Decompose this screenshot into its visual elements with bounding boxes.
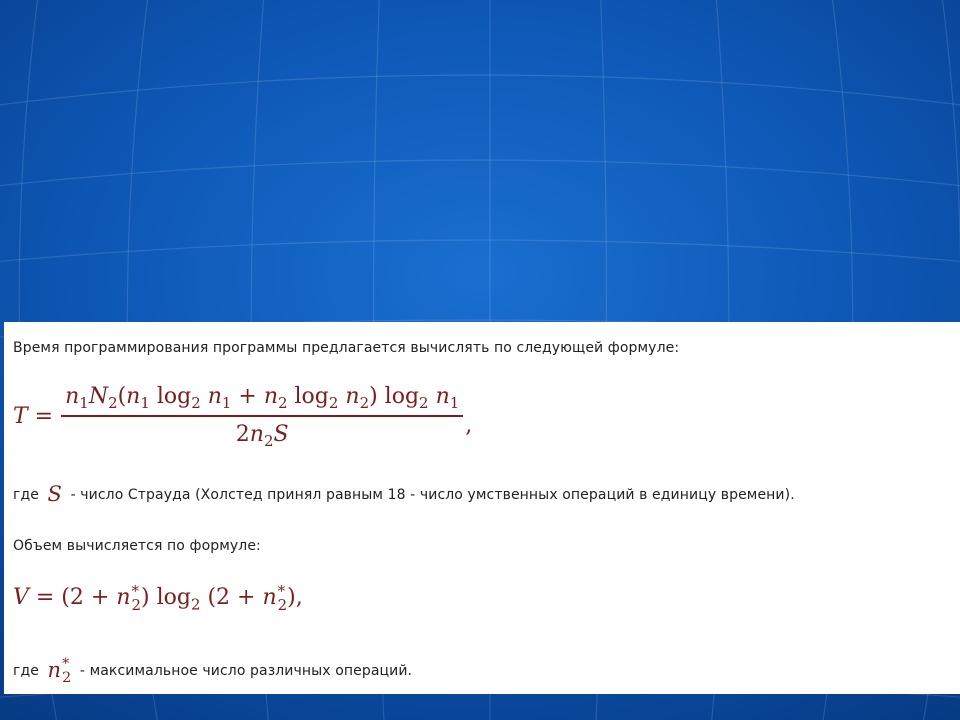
formula-t-numerator: n1N2(n1 log2 n1 + n2 log2 n2) log2 n1: [65, 384, 460, 413]
where-n2-line: где n * 2 - максимальное число различных о…: [13, 656, 413, 686]
where-prefix-2: где: [13, 663, 39, 680]
formula-v: V = (2 + n * 2) log2 (2 + n * 2),: [13, 582, 303, 615]
formula-t-comma: ,: [465, 412, 473, 438]
content-panel: Время программирования программы предлаг…: [4, 322, 960, 694]
formula-t-lhs: T =: [13, 404, 54, 430]
where-prefix: где: [13, 487, 39, 503]
where-s-line: где S - число Страуда (Холстед принял ра…: [13, 482, 795, 506]
formula-t: T = n1N2(n1 log2 n1 + n2 log2 n2) log2 n…: [13, 384, 472, 450]
volume-intro-text: Объем вычисляется по формуле:: [13, 538, 261, 554]
intro-text: Время программирования программы предлаг…: [13, 340, 680, 356]
where-s-description: - число Страуда (Холстед принял равным 1…: [70, 487, 795, 503]
symbol-s: S: [47, 482, 63, 506]
formula-t-fraction: n1N2(n1 log2 n1 + n2 log2 n2) log2 n1 2n…: [61, 384, 464, 450]
symbol-n2star: n * 2: [47, 656, 72, 686]
formula-t-denominator: 2n2S: [235, 421, 289, 450]
where-n2-description: - максимальное число различных операций.: [79, 663, 413, 680]
